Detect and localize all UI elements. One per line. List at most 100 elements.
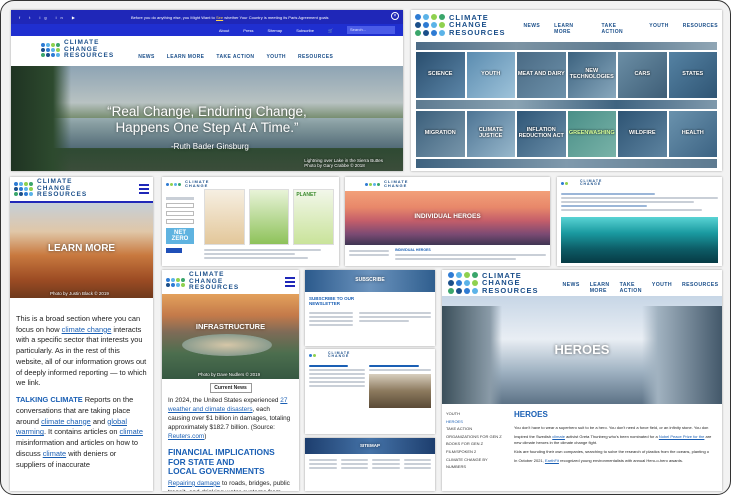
heroes-sidebar-item-books[interactable]: BOOKS FOR GEN Z [446,440,508,448]
infra-p1-source[interactable]: Reuters.com [168,433,204,440]
utility-link-sitemap[interactable]: Sitemap [268,28,283,33]
talking-link-climate-1[interactable]: climate [120,427,143,436]
topics-grid: SCIENCE YOUTH MEAT AND DAIRY NEW TECHNOL… [415,41,718,169]
nav-news[interactable]: NEWS [138,54,155,60]
heroes-p4-link[interactable]: EarthFit [545,458,559,463]
hamburger-menu-icon[interactable] [139,182,149,196]
hero-quote: “Real Change, Enduring Change, Happens O… [11,104,403,135]
heroes-p2-link2[interactable]: Nobel Peace Prize for the [659,434,705,439]
close-icon[interactable]: × [391,12,399,20]
topics-nav-learn-more[interactable]: LEARN MORE [554,23,587,35]
sitemap-panel: SITEMAP [305,438,435,491]
infra-hamburger-icon[interactable] [285,275,295,289]
product-card[interactable]: PLANET [293,189,334,245]
learn-more-logo-dots [14,182,33,196]
hero-attribution: -Ruth Bader Ginsburg [171,142,249,151]
heroes-sidebar-item-organizations[interactable]: ORGANIZATIONS FOR GEN Z [446,433,508,441]
talking-link-climate-change[interactable]: climate change [41,417,91,426]
topic-tile-inflation-reduction-act[interactable]: INFLATION REDUCTION ACT [516,110,567,158]
heroes-nav-take-action[interactable]: TAKE ACTION [620,282,642,294]
subscribe-heading-line2: NEWSLETTER [309,301,340,307]
nav-youth[interactable]: YOUTH [266,54,286,60]
notice-link[interactable]: See [216,15,223,20]
topics-nav-resources[interactable]: RESOURCES [683,23,718,35]
topic-tile-new-technologies[interactable]: NEW TECHNOLOGIES [566,51,617,99]
nav-take-action[interactable]: TAKE ACTION [216,54,254,60]
products-logo-dots [166,182,181,186]
nav-resources[interactable]: RESOURCES [298,54,333,60]
infra-h2-line1: FINANCIAL IMPLICATIONS FOR STATE AND [168,446,275,467]
heroes-sidebar-item-heroes[interactable]: HEROES [446,418,508,426]
site-logo[interactable]: CLIMATE CHANGE RESOURCES [41,40,114,60]
learn-more-logo[interactable]: CLIMATE CHANGE RESOURCES [14,179,87,199]
heroes-nav-resources[interactable]: RESOURCES [682,282,718,294]
products-logo-text: CLIMATE CHANGE [185,180,209,188]
infra-p2-link[interactable]: Repairing damage [168,480,220,487]
infra-logo[interactable]: CLIMATE CHANGE RESOURCES [166,272,239,292]
learn-more-para-link[interactable]: climate change [62,325,112,334]
heroes-nav-learn-more[interactable]: LEARN MORE [590,282,610,294]
current-news-label[interactable]: Current News [209,383,252,393]
nav-learn-more[interactable]: LEARN MORE [167,54,205,60]
talking-link-climate-2[interactable]: climate [43,449,66,458]
hero-image: “Real Change, Enduring Change, Happens O… [11,66,403,171]
heroes-logo[interactable]: CLIMATE CHANGE RESOURCES [448,272,539,295]
heroes-logo-dots [448,272,478,294]
heroes-sidebar-item-numbers[interactable]: CLIMATE CHANGE BY NUMBERS [446,456,508,471]
topic-tile-youth[interactable]: YOUTH [465,51,516,99]
utility-link-subscribe[interactable]: Subscribe [296,28,314,33]
screenshot-collage: f t ig in ▶ Before you do anything else,… [0,0,731,495]
talking-climate-paragraph: TALKING CLIMATE Reports on the conversat… [16,395,147,470]
topic-tile-health[interactable]: HEALTH [667,110,718,158]
subscribe-panel: SUBSCRIBE SUBSCRIBE TO OUR NEWSLETTER [305,270,435,346]
heroes-p2-a: Inspired the Swedish [514,434,552,439]
learn-more-credit: Photo by Justin Black © 2019 [50,291,109,296]
talking-climate-title[interactable]: TALKING CLIMATE [16,395,83,404]
learn-more-paragraph: This is a broad section where you can fo… [16,314,147,389]
library-logo-dots [309,353,324,357]
heroes-p2-link[interactable]: climate [552,434,565,439]
ocean-logo-line2: CHANGE [580,182,602,186]
infra-p1-end: ) [204,432,207,440]
heroes-nav-youth[interactable]: YOUTH [652,282,672,294]
utility-link-press[interactable]: Press [243,28,253,33]
infra-credit: Photo by Dave Nudlers © 2019 [198,372,261,377]
infra-logo-line3: RESOURCES [189,284,240,292]
product-card[interactable] [248,189,290,245]
top-notice-bar: f t ig in ▶ Before you do anything else,… [11,10,403,24]
topics-nav-youth[interactable]: YOUTH [649,23,669,35]
infra-river [182,334,272,356]
topics-nav-news[interactable]: NEWS [524,23,541,35]
search-input[interactable]: Search... [347,26,395,34]
learn-more-para-b: interacts with a specific sector that in… [16,324,147,388]
topics-nav-take-action[interactable]: TAKE ACTION [602,23,636,35]
topic-tile-greenwashing[interactable]: GREENWASHING [566,110,617,158]
infra-logo-dots [166,277,185,287]
heroes-nav-news[interactable]: NEWS [563,282,580,294]
topic-tile-meat-and-dairy[interactable]: MEAT AND DAIRY [516,51,567,99]
ih-hero-image: INDIVIDUAL HEROES [345,191,550,245]
hero-credit: Lightning over Lake in the Sierra Buttes… [304,158,383,168]
topic-strip-bottom [415,158,718,169]
topic-tile-states[interactable]: STATES [667,51,718,99]
ih-section-label: INDIVIDUAL HEROES [395,248,431,252]
infra-hero: INFRASTRUCTURE Photo by Dave Nudlers © 2… [162,294,299,379]
topics-logo[interactable]: CLIMATE CHANGE RESOURCES [415,14,506,37]
topic-tile-migration[interactable]: MIGRATION [415,110,466,158]
utility-link-about[interactable]: About [219,28,229,33]
topic-tile-science[interactable]: SCIENCE [415,51,466,99]
logo-line3: RESOURCES [64,52,115,60]
topic-tile-cars[interactable]: CARS [617,51,668,99]
heroes-sidebar-item-take-action[interactable]: TAKE ACTION [446,425,508,433]
product-card[interactable] [204,189,245,245]
topic-tile-climate-justice[interactable]: CLIMATE JUSTICE [465,110,516,158]
topic-label-meat-and-dairy: MEAT AND DAIRY [517,71,565,78]
heroes-sidebar-item-youth[interactable]: YOUTH [446,410,508,418]
cart-icon[interactable]: 🛒 [328,28,333,33]
social-icons: f t ig in ▶ [19,14,79,20]
topic-tile-wildfire[interactable]: WILDFIRE [617,110,668,158]
infra-h2-line2: LOCAL GOVERNMENTS [168,466,265,477]
heroes-sidebar-item-film[interactable]: FILM/SPOKEN 2 [446,448,508,456]
library-panel: CLIMATE CHANGE [305,349,435,434]
notice-post: whether Your Country is meeting its Pari… [224,14,329,20]
